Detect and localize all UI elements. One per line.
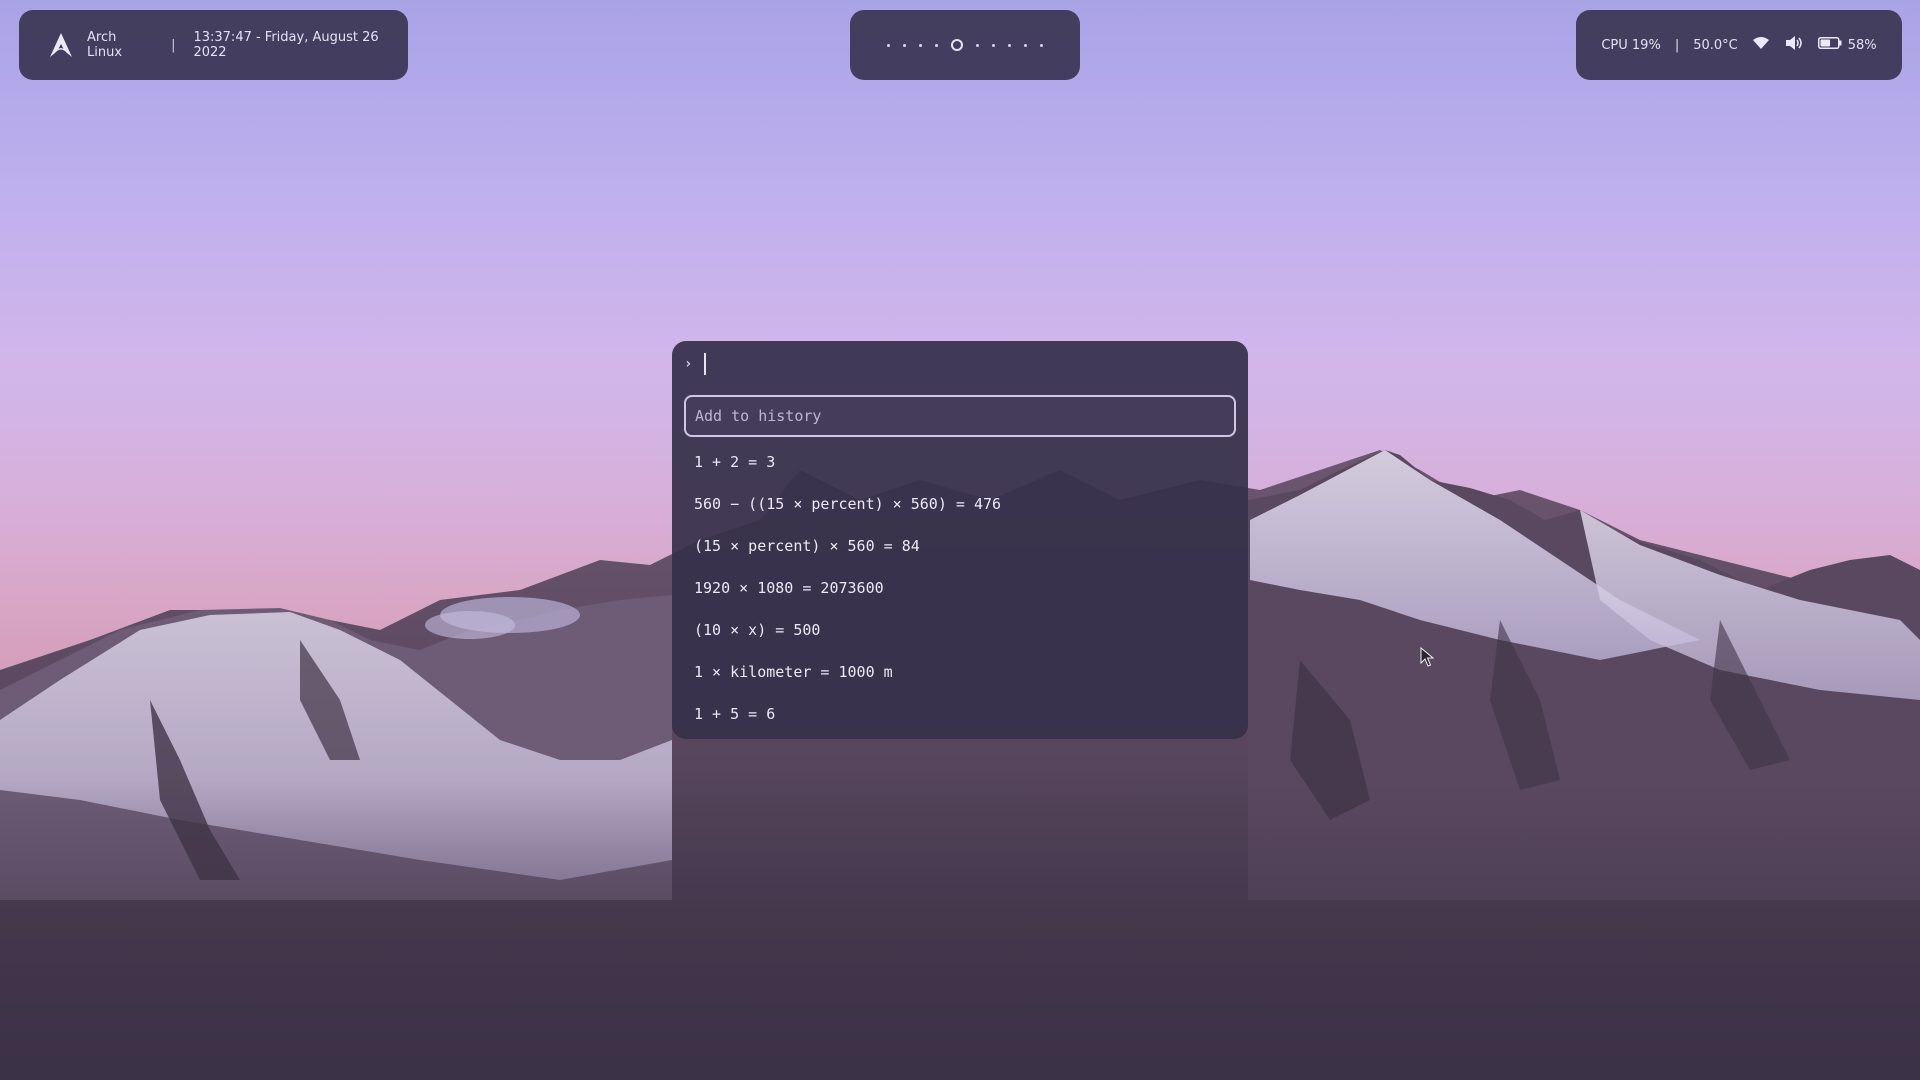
workspace-dot[interactable] xyxy=(919,43,922,47)
arch-linux-logo-icon[interactable] xyxy=(47,31,75,59)
history-search-input[interactable] xyxy=(686,397,1234,435)
workspace-dot[interactable] xyxy=(992,43,995,47)
wifi-icon[interactable] xyxy=(1752,36,1770,54)
calculator-launcher: › 1 + 2 = 3 560 − ((15 × percent) × 560)… xyxy=(672,341,1248,739)
battery-status[interactable]: 58% xyxy=(1817,37,1877,53)
text-caret xyxy=(704,353,706,375)
separator: | xyxy=(1674,37,1680,53)
workspace-active-indicator[interactable] xyxy=(951,39,963,51)
history-item[interactable]: 1 × kilometer = 1000 m xyxy=(694,651,1234,693)
history-search-box[interactable] xyxy=(684,395,1236,437)
mouse-cursor-icon xyxy=(1420,646,1435,671)
history-item[interactable]: 560 − ((15 × percent) × 560) = 476 xyxy=(694,483,1234,525)
top-bar-right: CPU 19% | 50.0°C 58% xyxy=(1576,10,1902,80)
volume-icon[interactable] xyxy=(1784,35,1804,55)
workspace-dot[interactable] xyxy=(1040,43,1043,47)
workspace-switcher xyxy=(850,10,1080,80)
clock-datetime[interactable]: 13:37:47 - Friday, August 26 2022 xyxy=(193,30,408,60)
history-item[interactable]: 1920 × 1080 = 2073600 xyxy=(694,567,1234,609)
workspace-dot[interactable] xyxy=(935,43,938,47)
cpu-usage[interactable]: CPU 19% xyxy=(1601,38,1660,53)
chevron-right-icon: › xyxy=(684,356,693,372)
workspace-dot[interactable] xyxy=(903,43,906,47)
workspace-dot[interactable] xyxy=(1008,43,1011,47)
battery-icon xyxy=(1817,37,1842,53)
history-item[interactable]: (10 × x) = 500 xyxy=(694,609,1234,651)
prompt-row[interactable]: › xyxy=(684,351,706,377)
history-item[interactable]: 1 + 5 = 6 xyxy=(694,693,1234,735)
history-item[interactable]: (15 × percent) × 560 = 84 xyxy=(694,525,1234,567)
workspace-dot[interactable] xyxy=(887,43,890,47)
history-item[interactable]: 1 + 2 = 3 xyxy=(694,441,1234,483)
distro-name: Arch Linux xyxy=(87,30,123,60)
workspace-dot[interactable] xyxy=(976,43,979,47)
history-list: 1 + 2 = 3 560 − ((15 × percent) × 560) =… xyxy=(694,441,1234,735)
separator: | xyxy=(171,37,176,53)
top-bar-left: Arch Linux | 13:37:47 - Friday, August 2… xyxy=(19,10,408,80)
cpu-temperature[interactable]: 50.0°C xyxy=(1693,38,1738,53)
workspace-dot[interactable] xyxy=(1024,43,1027,47)
battery-percentage: 58% xyxy=(1847,37,1877,53)
